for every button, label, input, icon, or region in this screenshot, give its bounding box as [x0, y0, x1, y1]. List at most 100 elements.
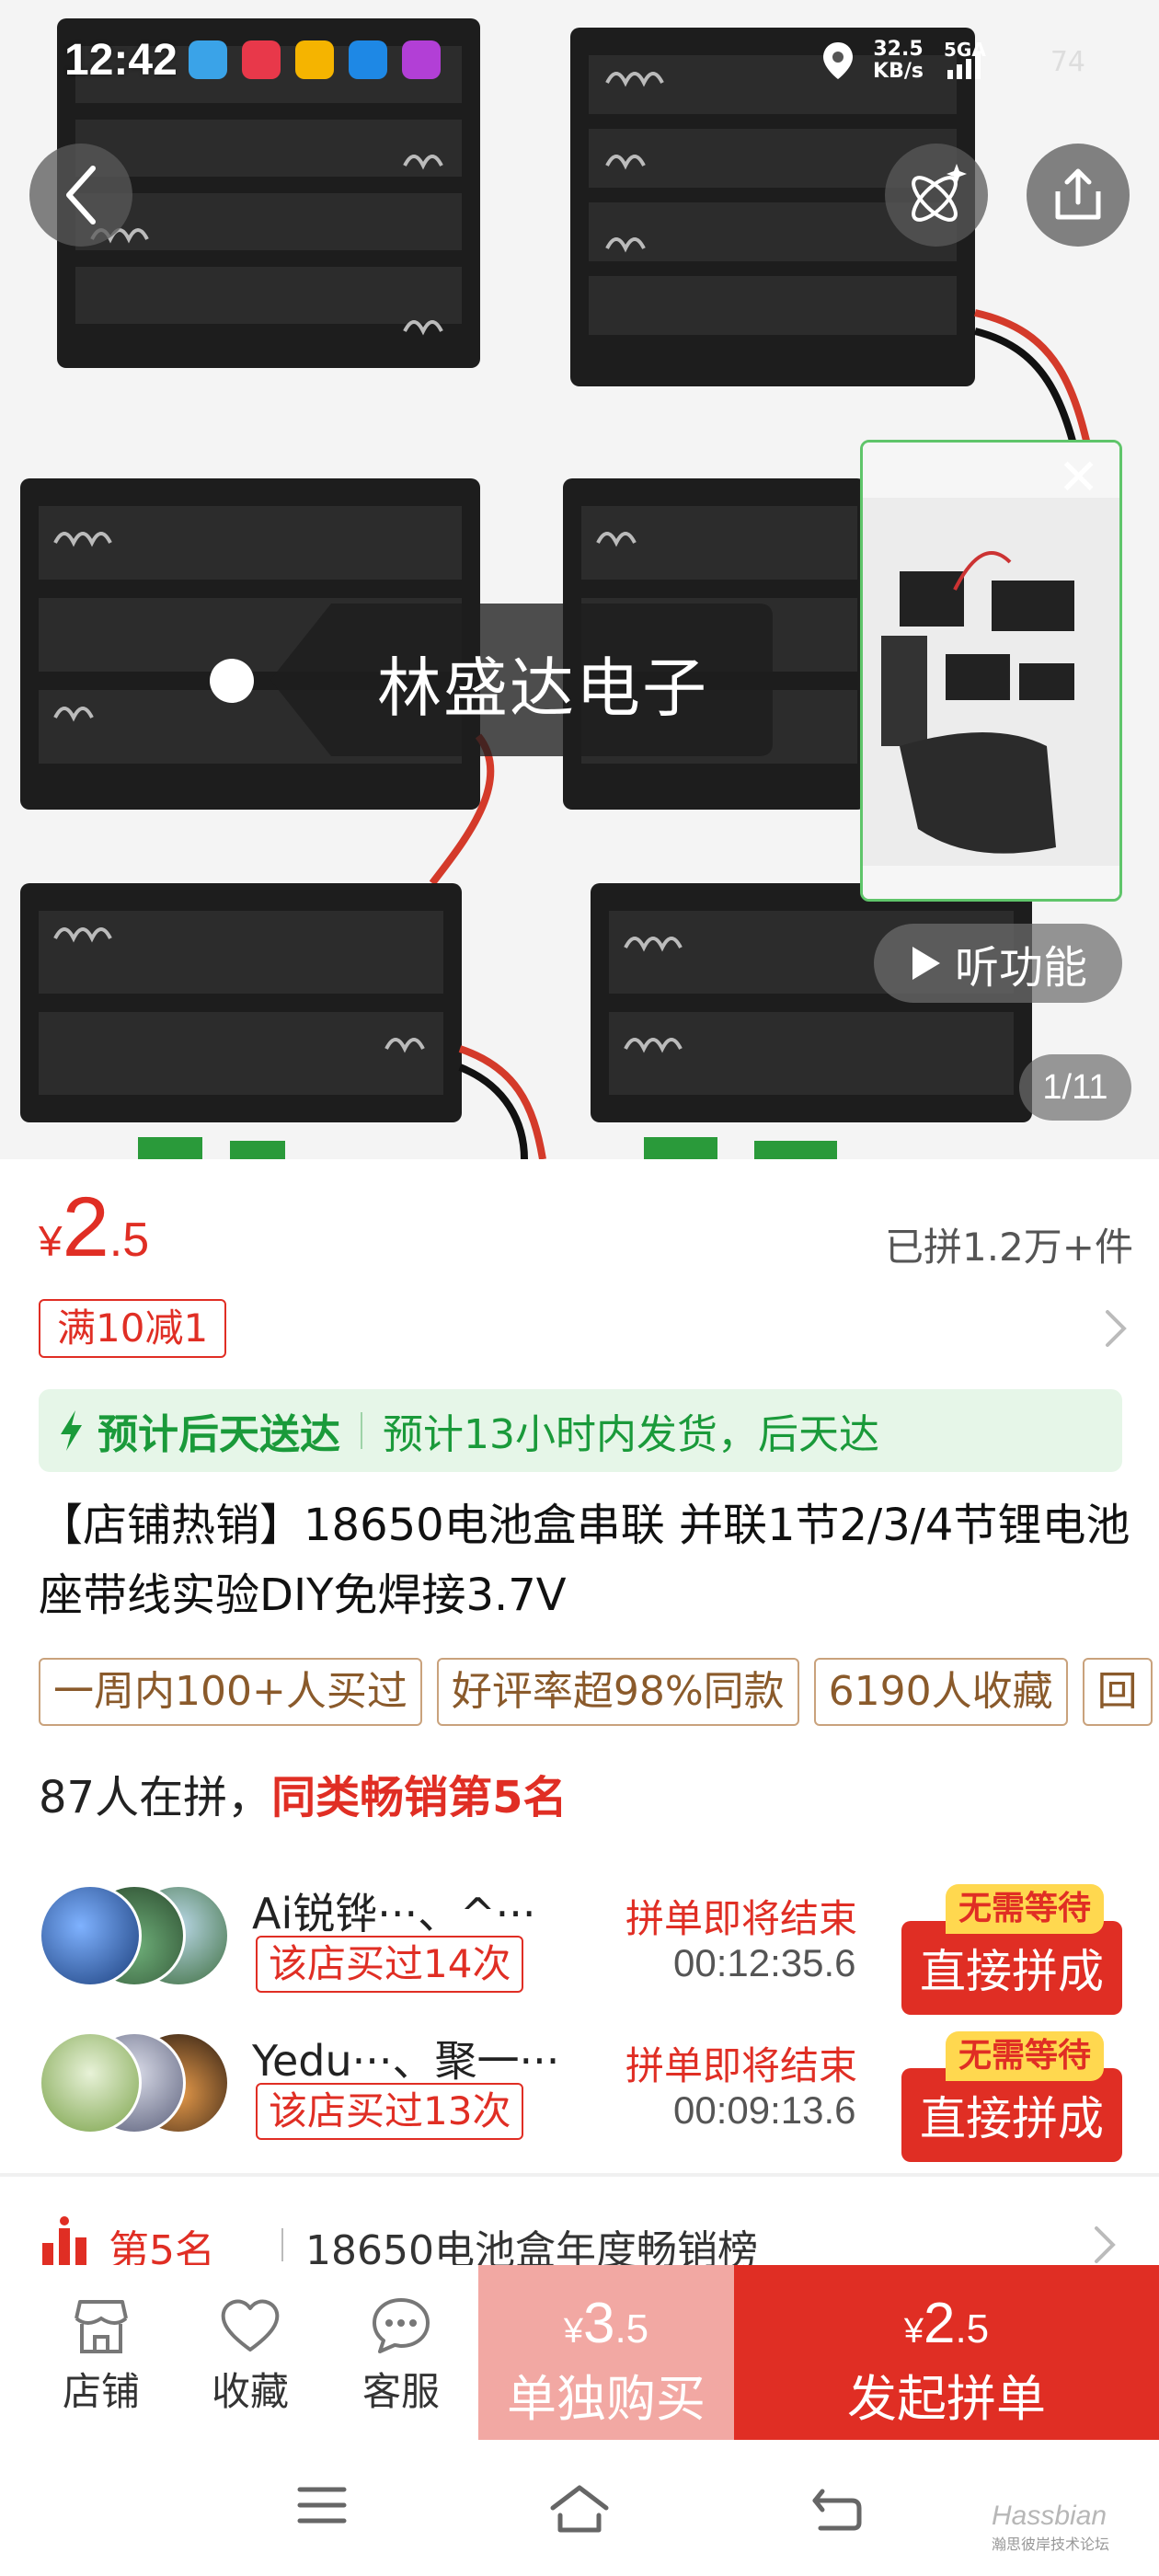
location-icon: [823, 42, 854, 79]
price-currency: ¥: [39, 1217, 63, 1265]
product-tag: 6190人收藏: [813, 1658, 1068, 1726]
status-indicators: 32.5 KB/s 5GA: [821, 39, 993, 83]
shop-tag-dot: [210, 659, 254, 703]
mini-video-player[interactable]: [860, 440, 1122, 902]
price-decimal: .5: [109, 1213, 150, 1267]
chat-bubble-icon: [373, 2298, 430, 2353]
product-title: 【店铺热销】18650电池盒串联 并联1节2/3/4节锂电池座带线实验DIY免焊…: [39, 1500, 1130, 1621]
solo-price-integer: 3: [582, 2292, 615, 2355]
no-wait-badge: 无需等待: [946, 2031, 1105, 2081]
share-button[interactable]: [1027, 144, 1130, 247]
product-tag: 回: [1082, 1658, 1153, 1726]
price-integer: 2: [62, 1180, 109, 1274]
solo-price: ¥3.5: [478, 2291, 734, 2356]
ar-view-button[interactable]: [885, 144, 988, 247]
watermark: Hassbian 瀚思彼岸技术论坛: [992, 2501, 1109, 2554]
mini-video-close-icon[interactable]: ✕: [1058, 453, 1099, 502]
chevron-right-icon: [1095, 2226, 1116, 2263]
start-group-buy-label: 发起拼单: [847, 2370, 1046, 2428]
listen-feature-label: 听功能: [954, 942, 1087, 994]
group-buy-price-currency: ¥: [903, 2312, 924, 2351]
section-divider: [0, 2173, 1159, 2177]
favorite-label: 收藏: [211, 2369, 289, 2414]
group-ending-label: 拼单即将结束: [625, 2043, 858, 2088]
group-buy-rank: 同类畅销第5名: [271, 1772, 568, 1823]
menu-icon[interactable]: [294, 2482, 350, 2528]
delivery-estimate: 预计后天送达: [98, 1411, 340, 1458]
video-thumbnail: [863, 443, 1119, 899]
avatar-stack: [39, 1884, 232, 1991]
customer-service-label: 客服: [361, 2369, 440, 2414]
status-time: 12:42: [64, 36, 178, 85]
chevron-left-icon: [66, 166, 96, 224]
group-price: ¥2.5: [39, 1179, 149, 1276]
group-buy-price-integer: 2: [923, 2292, 956, 2355]
store-icon: [75, 2300, 128, 2353]
app-notification-icon: [189, 40, 227, 79]
buy-alone-label: 单独购买: [507, 2370, 706, 2428]
status-bar: 12:42 32.5 KB/s 5GA 74: [0, 0, 1159, 120]
shop-button[interactable]: 店铺: [37, 2296, 166, 2417]
delivery-banner: 预计后天送达 预计13小时内发货，后天达: [39, 1389, 1122, 1472]
group-buy-header: 87人在拼，同类畅销第5名: [39, 1761, 568, 1825]
solo-price-decimal: .5: [614, 2306, 649, 2352]
notification-icons: [189, 40, 441, 79]
shop-tag-name: 林盛达电子: [377, 650, 708, 726]
join-group-button[interactable]: 直接拼成: [901, 1921, 1122, 2015]
ranking-divider: [281, 2228, 283, 2261]
watermark-subtitle: 瀚思彼岸技术论坛: [992, 2537, 1110, 2553]
delivery-divider: [361, 1412, 362, 1449]
no-wait-badge: 无需等待: [946, 1884, 1105, 1934]
group-bought-badge: 该店买过14次: [256, 1936, 524, 1993]
coupon-row[interactable]: 满10减1: [39, 1299, 1133, 1358]
back-button[interactable]: [29, 144, 132, 247]
product-tag: 好评率超98%同款: [436, 1658, 799, 1726]
join-group-button[interactable]: 直接拼成: [901, 2068, 1122, 2162]
group-ending-label: 拼单即将结束: [625, 1896, 858, 1941]
solo-price-currency: ¥: [563, 2312, 583, 2351]
network-speed-value: 32.5: [873, 38, 924, 61]
app-notification-icon: [402, 40, 441, 79]
group-buy-price: ¥2.5: [734, 2291, 1159, 2356]
group-buy-price-decimal: .5: [955, 2306, 990, 2352]
signal-icon: [947, 53, 981, 79]
coupon-badge[interactable]: 满10减1: [39, 1299, 227, 1358]
atom-sparkle-icon: [912, 164, 967, 222]
buy-alone-button[interactable]: ¥3.5 单独购买: [478, 2265, 734, 2440]
lightning-icon: [61, 1410, 82, 1451]
heart-icon: [221, 2299, 280, 2352]
group-leader-name: Ai锐铧···、^···: [252, 1889, 536, 1938]
product-image-gallery[interactable]: 12:42 32.5 KB/s 5GA 74 林盛达电子 ✕ 听功能 1/11: [0, 0, 1159, 1159]
app-notification-icon: [295, 40, 334, 79]
group-countdown: 00:12:35.6: [673, 1941, 856, 1984]
customer-service-button[interactable]: 客服: [337, 2296, 465, 2417]
listen-feature-button[interactable]: 听功能: [874, 924, 1122, 1003]
bottom-action-bar: 店铺 收藏 客服 ¥3.5 单独购买 ¥2.5 发起拼单: [0, 2265, 1159, 2440]
delivery-detail: 预计13小时内发货，后天达: [383, 1411, 879, 1458]
app-notification-icon: [242, 40, 281, 79]
watermark-brand: Hassbian: [992, 2501, 1107, 2531]
network-speed: 32.5 KB/s: [873, 39, 924, 83]
group-countdown: 00:09:13.6: [673, 2088, 856, 2132]
home-icon[interactable]: [547, 2482, 612, 2534]
play-icon: [912, 947, 940, 980]
group-bought-badge: 该店买过13次: [256, 2083, 524, 2140]
favorite-button[interactable]: 收藏: [186, 2296, 315, 2417]
share-icon: [1055, 168, 1101, 220]
start-group-buy-button[interactable]: ¥2.5 发起拼单: [734, 2265, 1159, 2440]
shop-tag[interactable]: 林盛达电子: [267, 598, 777, 762]
group-buy-count: 87人在拼，: [39, 1772, 272, 1823]
group-leader-name: Yedu···、聚一···: [252, 2036, 560, 2086]
cell-signal: 5GA: [942, 39, 993, 81]
avatar: [39, 2031, 142, 2134]
back-gesture-icon[interactable]: [809, 2482, 865, 2534]
product-tag: 一周内100+人买过: [39, 1658, 422, 1726]
price-row: ¥2.5 已拼1.2万+件: [39, 1179, 1133, 1274]
sold-count: 已拼1.2万+件: [885, 1225, 1133, 1270]
chevron-right-icon: [1106, 1310, 1127, 1347]
ranking-chart-icon: [42, 2216, 86, 2265]
shop-label: 店铺: [62, 2369, 140, 2414]
image-counter: 1/11: [1019, 1054, 1131, 1121]
app-notification-icon: [349, 40, 387, 79]
group-row: Ai锐铧···、^··· 该店买过14次 拼单即将结束 00:12:35.6 直…: [39, 1868, 1122, 2015]
